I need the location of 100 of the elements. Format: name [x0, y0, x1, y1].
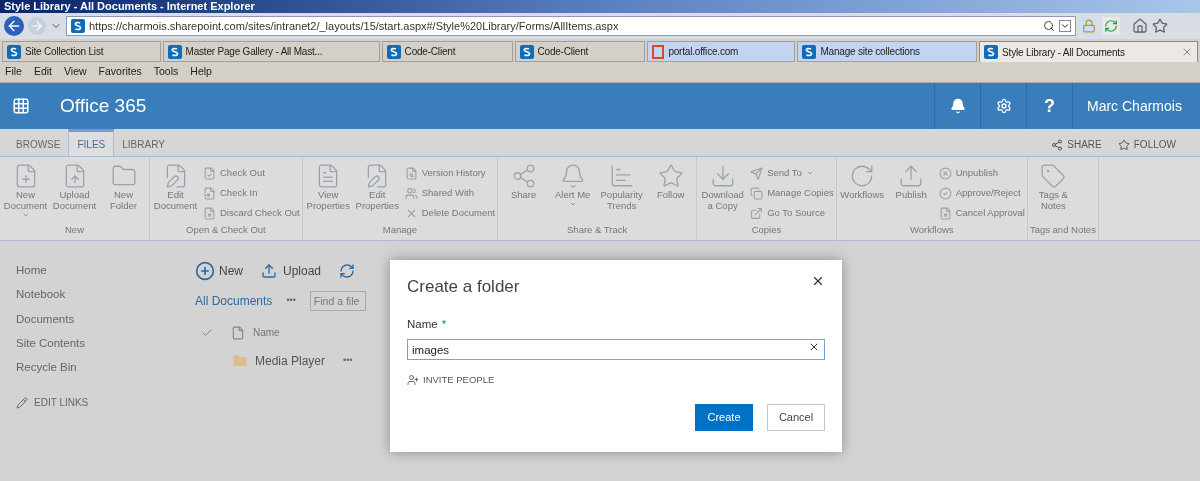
menu-item[interactable]: File [5, 64, 22, 80]
file-name-link[interactable]: Media Player [255, 352, 326, 370]
action-link[interactable]: FOLLOW [1117, 137, 1176, 152]
external-link-icon [750, 206, 764, 220]
column-header[interactable]: Name [253, 325, 280, 340]
menu-item[interactable]: Tools [153, 64, 179, 80]
ribbon-button[interactable]: Follow [647, 163, 695, 223]
send-icon [750, 166, 764, 180]
menu-item[interactable]: View [64, 64, 87, 80]
tag-icon [1040, 163, 1067, 189]
dialog-title: Create a folder [407, 276, 520, 298]
ribbon-button[interactable]: Send To [750, 163, 834, 183]
more-button[interactable]: ••• [343, 354, 353, 368]
ribbon-button[interactable]: Unpublish [938, 163, 1025, 183]
tab-label: Code-Client [404, 45, 456, 59]
favorites-icon[interactable] [1152, 18, 1168, 34]
ribbon-button[interactable]: Discard Check Out [203, 203, 300, 223]
ribbon-group-label: Share & Track [566, 222, 629, 237]
ribbon-button[interactable]: Share [500, 163, 548, 223]
menu-item[interactable]: Favorites [98, 64, 142, 80]
field-label: Name [407, 316, 438, 332]
approve-icon [938, 186, 952, 200]
nav-link[interactable]: Notebook [16, 286, 195, 304]
ribbon-button[interactable]: Alert Me [549, 163, 597, 223]
browser-tab[interactable]: Code-Client [381, 41, 513, 62]
ribbon-button[interactable]: Delete Document [404, 203, 496, 223]
tab-label: Site Collection List [25, 45, 104, 59]
user-name[interactable]: Marc Charmois [1087, 95, 1182, 117]
more-button[interactable]: ••• [286, 294, 296, 308]
upload-button[interactable]: Upload [261, 262, 322, 280]
menu-item[interactable]: Help [190, 64, 212, 80]
ribbon-button[interactable]: Tags & Notes [1029, 163, 1077, 223]
ribbon-button[interactable]: Shared With [404, 183, 496, 203]
search-field[interactable]: Find a file [309, 291, 366, 311]
help-button[interactable]: ? [1044, 92, 1055, 120]
ribbon-tab[interactable]: FILES [68, 129, 115, 156]
menu-item[interactable]: Edit [33, 64, 52, 80]
ribbon-tab[interactable]: BROWSE [8, 132, 69, 156]
ribbon-button[interactable]: Check Out [203, 163, 300, 183]
browser-tab[interactable]: Site Collection List [2, 41, 161, 62]
site-icon [802, 44, 817, 59]
ribbon-button[interactable]: Go To Source [750, 203, 834, 223]
suite-title: Office 365 [60, 93, 147, 118]
ribbon-button[interactable]: View Properties [304, 163, 352, 223]
ribbon-button[interactable]: Approve/Reject [938, 183, 1025, 203]
settings-icon[interactable] [995, 98, 1012, 114]
tab-label: Code-Client [537, 45, 589, 59]
ribbon-button[interactable]: Download a Copy [699, 163, 747, 223]
ribbon-button[interactable]: Cancel Approval [938, 203, 1025, 223]
nav-link[interactable]: Site Contents [16, 334, 195, 352]
ribbon-button[interactable]: Edit Properties [353, 163, 401, 223]
ribbon-button[interactable]: Popularity Trends [598, 163, 646, 223]
nav-link[interactable]: Recycle Bin [16, 359, 195, 377]
ribbon-button[interactable]: New Document [2, 163, 49, 223]
back-icon[interactable] [4, 16, 24, 36]
ribbon-button[interactable]: Check In [203, 183, 300, 203]
browser-tab[interactable]: Master Page Gallery - All Mast... [162, 41, 380, 62]
browser-tab[interactable]: Manage site collections [797, 41, 978, 62]
browser-tab[interactable]: Code-Client [514, 41, 646, 62]
site-icon [7, 44, 21, 59]
copy-icon [750, 186, 764, 200]
ribbon-button[interactable]: Edit Document [152, 163, 199, 223]
notifications-icon[interactable] [949, 98, 966, 114]
ribbon-button[interactable]: Publish [887, 163, 935, 223]
ribbon-button[interactable]: Workflows [838, 163, 886, 223]
new-button[interactable]: New [195, 261, 243, 281]
invite-people-link[interactable]: INVITE PEOPLE [407, 372, 825, 387]
view-link[interactable]: All Documents [195, 292, 273, 310]
search-icon[interactable] [1043, 20, 1055, 32]
home-icon[interactable] [1132, 18, 1148, 34]
ribbon-group-label: Open & Check Out [185, 223, 267, 237]
ribbon-button[interactable]: Manage Copies [750, 183, 834, 203]
cancel-button[interactable]: Cancel [767, 404, 825, 431]
file-type-icon [231, 325, 245, 340]
site-icon [984, 45, 999, 59]
nav-link[interactable]: Documents [16, 310, 195, 328]
create-button[interactable]: Create [695, 404, 753, 431]
nav-link[interactable]: Home [16, 262, 195, 280]
action-link[interactable]: SHARE [1051, 137, 1102, 152]
edit-links-button[interactable]: EDIT LINKS [16, 395, 195, 411]
browser-tab[interactable]: portal.office.com [647, 41, 796, 62]
ribbon-button[interactable]: New Folder [100, 163, 147, 223]
ribbon-button[interactable]: Version History [404, 163, 496, 183]
app-launcher-icon[interactable] [12, 97, 30, 115]
ribbon-button[interactable]: Upload Document [51, 163, 98, 223]
star-icon [657, 163, 684, 189]
address-field[interactable]: https://charmois.sharepoint.com/sites/intranet2/_layouts/15/start.aspx#/Style%20Library/Forms/AllItems.aspx [66, 16, 1076, 36]
pencil-icon [16, 396, 28, 409]
refresh-icon[interactable] [1102, 17, 1120, 35]
ribbon-group-label: Workflows [908, 223, 955, 237]
browser-tab[interactable]: Style Library - All Documents [979, 41, 1198, 62]
people-icon [404, 186, 418, 200]
ribbon-group-label: New [64, 222, 85, 237]
dropdown-icon[interactable] [1059, 20, 1071, 32]
close-icon[interactable] [811, 274, 825, 288]
name-field[interactable]: images [407, 339, 825, 361]
ribbon-tab[interactable]: LIBRARY [114, 132, 173, 156]
sync-icon[interactable] [339, 263, 356, 279]
caret-icon [21, 211, 30, 219]
lock-icon[interactable] [1080, 17, 1098, 35]
